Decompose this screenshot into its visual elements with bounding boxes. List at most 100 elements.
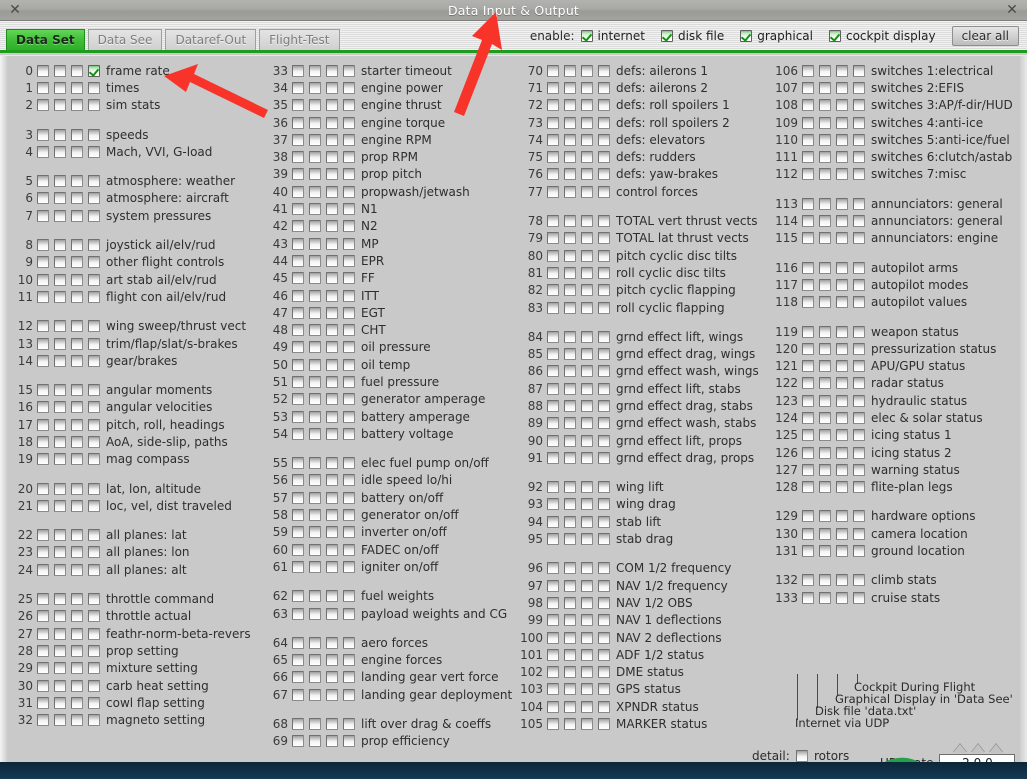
diskfile-checkbox[interactable] bbox=[564, 185, 576, 198]
internet-checkbox[interactable] bbox=[547, 683, 559, 696]
diskfile-checkbox[interactable] bbox=[564, 631, 576, 644]
graphical-checkbox[interactable] bbox=[836, 446, 848, 459]
cockpit-checkbox[interactable] bbox=[88, 384, 100, 397]
diskfile-checkbox[interactable] bbox=[54, 529, 66, 542]
internet-checkbox[interactable] bbox=[292, 237, 304, 250]
cockpit-checkbox[interactable] bbox=[343, 410, 355, 423]
diskfile-checkbox[interactable] bbox=[54, 209, 66, 222]
internet-checkbox[interactable] bbox=[292, 375, 304, 388]
graphical-checkbox[interactable] bbox=[836, 429, 848, 442]
internet-checkbox[interactable] bbox=[802, 429, 814, 442]
internet-checkbox[interactable] bbox=[292, 410, 304, 423]
internet-checkbox[interactable] bbox=[292, 427, 304, 440]
graphical-checkbox[interactable] bbox=[581, 434, 593, 447]
diskfile-checkbox[interactable] bbox=[309, 457, 321, 470]
graphical-checkbox[interactable] bbox=[581, 64, 593, 77]
graphical-checkbox[interactable] bbox=[71, 418, 83, 431]
graphical-checkbox[interactable] bbox=[836, 296, 848, 309]
diskfile-checkbox[interactable] bbox=[564, 562, 576, 575]
cockpit-checkbox[interactable] bbox=[343, 590, 355, 603]
diskfile-checkbox[interactable] bbox=[54, 696, 66, 709]
internet-checkbox[interactable] bbox=[37, 453, 49, 466]
internet-checkbox[interactable] bbox=[547, 562, 559, 575]
diskfile-checkbox[interactable] bbox=[309, 671, 321, 684]
cockpit-checkbox[interactable] bbox=[343, 457, 355, 470]
graphical-checkbox[interactable] bbox=[71, 64, 83, 77]
graphical-checkbox[interactable] bbox=[71, 627, 83, 640]
diskfile-checkbox[interactable] bbox=[309, 358, 321, 371]
internet-checkbox[interactable] bbox=[547, 399, 559, 412]
internet-checkbox[interactable] bbox=[802, 394, 814, 407]
diskfile-checkbox[interactable] bbox=[564, 417, 576, 430]
graphical-checkbox[interactable] bbox=[71, 610, 83, 623]
cockpit-checkbox[interactable] bbox=[598, 116, 610, 129]
graphical-checkbox[interactable] bbox=[581, 533, 593, 546]
graphical-checkbox[interactable] bbox=[326, 393, 338, 406]
internet-checkbox[interactable] bbox=[802, 574, 814, 587]
diskfile-checkbox[interactable] bbox=[309, 543, 321, 556]
diskfile-checkbox[interactable] bbox=[819, 411, 831, 424]
graphical-checkbox[interactable] bbox=[71, 529, 83, 542]
diskfile-checkbox[interactable] bbox=[564, 348, 576, 361]
internet-checkbox[interactable] bbox=[37, 482, 49, 495]
diskfile-checkbox[interactable] bbox=[819, 232, 831, 245]
cockpit-checkbox[interactable] bbox=[598, 515, 610, 528]
diskfile-checkbox[interactable] bbox=[309, 133, 321, 146]
enable-cockpit-display[interactable]: cockpit display bbox=[828, 29, 936, 43]
cockpit-checkbox[interactable] bbox=[598, 185, 610, 198]
internet-checkbox[interactable] bbox=[547, 284, 559, 297]
internet-checkbox[interactable] bbox=[547, 266, 559, 279]
cockpit-checkbox[interactable] bbox=[343, 671, 355, 684]
diskfile-checkbox[interactable] bbox=[819, 360, 831, 373]
cockpit-checkbox[interactable] bbox=[598, 249, 610, 262]
tab-dataref-out[interactable]: Dataref-Out bbox=[165, 29, 257, 50]
graphical-checkbox[interactable] bbox=[581, 481, 593, 494]
graphical-checkbox[interactable] bbox=[581, 718, 593, 731]
cockpit-checkbox[interactable] bbox=[343, 560, 355, 573]
graphical-checkbox[interactable] bbox=[326, 306, 338, 319]
graphical-checkbox[interactable] bbox=[326, 474, 338, 487]
internet-checkbox[interactable] bbox=[547, 434, 559, 447]
graphical-checkbox[interactable] bbox=[71, 256, 83, 269]
graphical-checkbox[interactable] bbox=[71, 320, 83, 333]
diskfile-checkbox[interactable] bbox=[54, 401, 66, 414]
internet-checkbox[interactable] bbox=[292, 168, 304, 181]
diskfile-checkbox[interactable] bbox=[54, 453, 66, 466]
cockpit-checkbox[interactable] bbox=[853, 545, 865, 558]
graphical-checkbox[interactable] bbox=[71, 696, 83, 709]
internet-checkbox[interactable] bbox=[547, 232, 559, 245]
cockpit-checkbox[interactable] bbox=[343, 607, 355, 620]
internet-checkbox[interactable] bbox=[37, 81, 49, 94]
graphical-checkbox[interactable] bbox=[326, 607, 338, 620]
diskfile-checkbox[interactable] bbox=[309, 427, 321, 440]
diskfile-checkbox[interactable] bbox=[819, 446, 831, 459]
cockpit-checkbox[interactable] bbox=[88, 81, 100, 94]
diskfile-checkbox[interactable] bbox=[564, 533, 576, 546]
diskfile-checkbox[interactable] bbox=[309, 735, 321, 748]
cockpit-checkbox[interactable] bbox=[343, 654, 355, 667]
graphical-checkbox[interactable] bbox=[326, 358, 338, 371]
cockpit-checkbox[interactable] bbox=[598, 151, 610, 164]
graphical-checkbox[interactable] bbox=[836, 215, 848, 228]
cockpit-checkbox[interactable] bbox=[343, 81, 355, 94]
cockpit-checkbox[interactable] bbox=[343, 375, 355, 388]
internet-checkbox[interactable] bbox=[292, 636, 304, 649]
diskfile-checkbox[interactable] bbox=[819, 527, 831, 540]
internet-checkbox[interactable] bbox=[292, 526, 304, 539]
internet-checkbox[interactable] bbox=[802, 481, 814, 494]
diskfile-checkbox[interactable] bbox=[564, 399, 576, 412]
internet-checkbox[interactable] bbox=[802, 197, 814, 210]
cockpit-checkbox[interactable] bbox=[853, 151, 865, 164]
cockpit-checkbox[interactable] bbox=[343, 474, 355, 487]
diskfile-checkbox[interactable] bbox=[564, 683, 576, 696]
diskfile-checkbox[interactable] bbox=[819, 197, 831, 210]
graphical-checkbox[interactable] bbox=[581, 249, 593, 262]
cockpit-checkbox[interactable] bbox=[853, 232, 865, 245]
internet-checkbox[interactable] bbox=[547, 533, 559, 546]
internet-checkbox[interactable] bbox=[37, 337, 49, 350]
internet-checkbox[interactable] bbox=[802, 261, 814, 274]
diskfile-checkbox[interactable] bbox=[54, 273, 66, 286]
graphical-checkbox[interactable] bbox=[836, 99, 848, 112]
graphical-checkbox[interactable] bbox=[71, 593, 83, 606]
cockpit-checkbox[interactable] bbox=[598, 666, 610, 679]
